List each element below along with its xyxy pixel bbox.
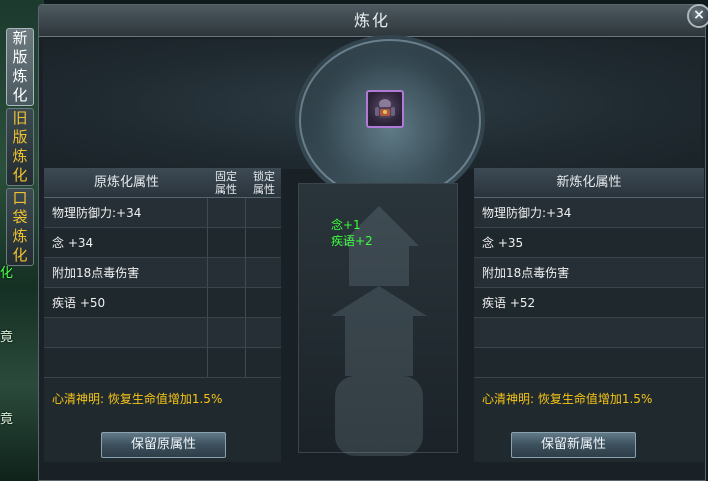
attribute-text: 念 +35 <box>482 236 524 250</box>
attribute-text: 念 +34 <box>52 236 94 250</box>
locked-attr-cell[interactable] <box>245 288 246 317</box>
fixed-attr-cell[interactable] <box>207 288 208 317</box>
tab-pocket-refine[interactable]: 口 袋 炼 化 <box>6 188 34 266</box>
table-row <box>44 348 281 378</box>
tab-char: 新 <box>12 29 28 47</box>
header-fixed-attr: 固定 属性 <box>215 170 237 196</box>
header-title: 新炼化属性 <box>556 175 622 190</box>
tab-char: 旧 <box>12 109 28 127</box>
new-attributes-list: 物理防御力:+34 念 +35 附加18点毒伤害 疾语 +52 <box>474 198 704 378</box>
tab-char: 炼 <box>12 67 28 85</box>
armor-item-icon <box>375 99 395 118</box>
table-row: 附加18点毒伤害 <box>44 258 281 288</box>
new-bonus-text: 心清神明: 恢复生命值增加1.5% <box>482 392 653 406</box>
attribute-text: 物理防御力:+34 <box>52 206 142 220</box>
locked-attr-cell[interactable] <box>245 198 246 227</box>
keep-new-button[interactable]: 保留新属性 <box>511 432 636 458</box>
table-row: 疾语 +50 <box>44 288 281 318</box>
refine-change-preview: 念+1 疾语+2 <box>298 183 458 456</box>
tab-char: 版 <box>12 128 28 146</box>
table-row: 念 +34 <box>44 228 281 258</box>
fixed-attr-cell[interactable] <box>207 198 208 227</box>
header-title: 原炼化属性 <box>93 175 159 190</box>
tab-char: 口 <box>12 189 28 207</box>
original-attributes-list: 物理防御力:+34 念 +34 附加18点毒伤害 疾语 +50 <box>44 198 281 378</box>
window-title: 炼化 <box>353 11 390 30</box>
refine-preview-area <box>43 35 701 205</box>
original-bonus-text: 心清神明: 恢复生命值增加1.5% <box>52 392 223 406</box>
close-button[interactable]: × <box>687 4 708 28</box>
tab-char: 袋 <box>12 208 28 226</box>
world-text-fragment: 竟 <box>0 330 14 345</box>
change-text: 念+1 <box>331 218 361 232</box>
header-locked-attr: 锁定 属性 <box>253 170 275 196</box>
tab-char: 化 <box>12 246 28 264</box>
attribute-text: 物理防御力:+34 <box>482 206 572 220</box>
table-row: 物理防御力:+34 <box>474 198 704 228</box>
tab-char: 化 <box>12 166 28 184</box>
tab-char: 化 <box>12 86 28 104</box>
locked-attr-cell[interactable] <box>245 228 246 257</box>
keep-original-button[interactable]: 保留原属性 <box>101 432 226 458</box>
fixed-attr-cell[interactable] <box>207 348 208 377</box>
table-row <box>44 318 281 348</box>
table-row: 附加18点毒伤害 <box>474 258 704 288</box>
table-row: 疾语 +52 <box>474 288 704 318</box>
new-attributes-panel: 新炼化属性 物理防御力:+34 念 +35 附加18点毒伤害 疾语 +52 心清… <box>474 168 704 462</box>
original-attributes-header: 原炼化属性 固定 属性 锁定 属性 <box>44 168 281 198</box>
item-slot[interactable] <box>366 90 404 128</box>
world-text-fragment: 竟 <box>0 412 14 427</box>
locked-attr-cell[interactable] <box>245 258 246 287</box>
tab-new-refine[interactable]: 新 版 炼 化 <box>6 28 34 106</box>
locked-attr-cell[interactable] <box>245 348 246 377</box>
fixed-attr-cell[interactable] <box>207 318 208 347</box>
fixed-attr-cell[interactable] <box>207 228 208 257</box>
tab-old-refine[interactable]: 旧 版 炼 化 <box>6 108 34 186</box>
attribute-text: 附加18点毒伤害 <box>52 266 140 280</box>
fixed-attr-cell[interactable] <box>207 258 208 287</box>
locked-attr-cell[interactable] <box>245 318 246 347</box>
attribute-text: 附加18点毒伤害 <box>482 266 570 280</box>
attribute-text: 疾语 +52 <box>482 296 536 310</box>
refine-window: 炼化 原炼化属性 固定 属性 锁定 属性 物理防御力:+34 念 +34 附加1… <box>38 4 706 481</box>
table-row: 念 +35 <box>474 228 704 258</box>
new-attributes-header: 新炼化属性 <box>474 168 704 198</box>
tab-char: 炼 <box>12 227 28 245</box>
tab-char: 版 <box>12 48 28 66</box>
original-attributes-panel: 原炼化属性 固定 属性 锁定 属性 物理防御力:+34 念 +34 附加18点毒… <box>44 168 281 462</box>
tab-char: 炼 <box>12 147 28 165</box>
change-text: 疾语+2 <box>331 234 373 248</box>
table-row: 物理防御力:+34 <box>44 198 281 228</box>
attribute-text: 疾语 +50 <box>52 296 106 310</box>
close-icon: × <box>693 7 705 23</box>
table-row <box>474 348 704 378</box>
window-titlebar[interactable]: 炼化 <box>39 5 705 37</box>
table-row <box>474 318 704 348</box>
